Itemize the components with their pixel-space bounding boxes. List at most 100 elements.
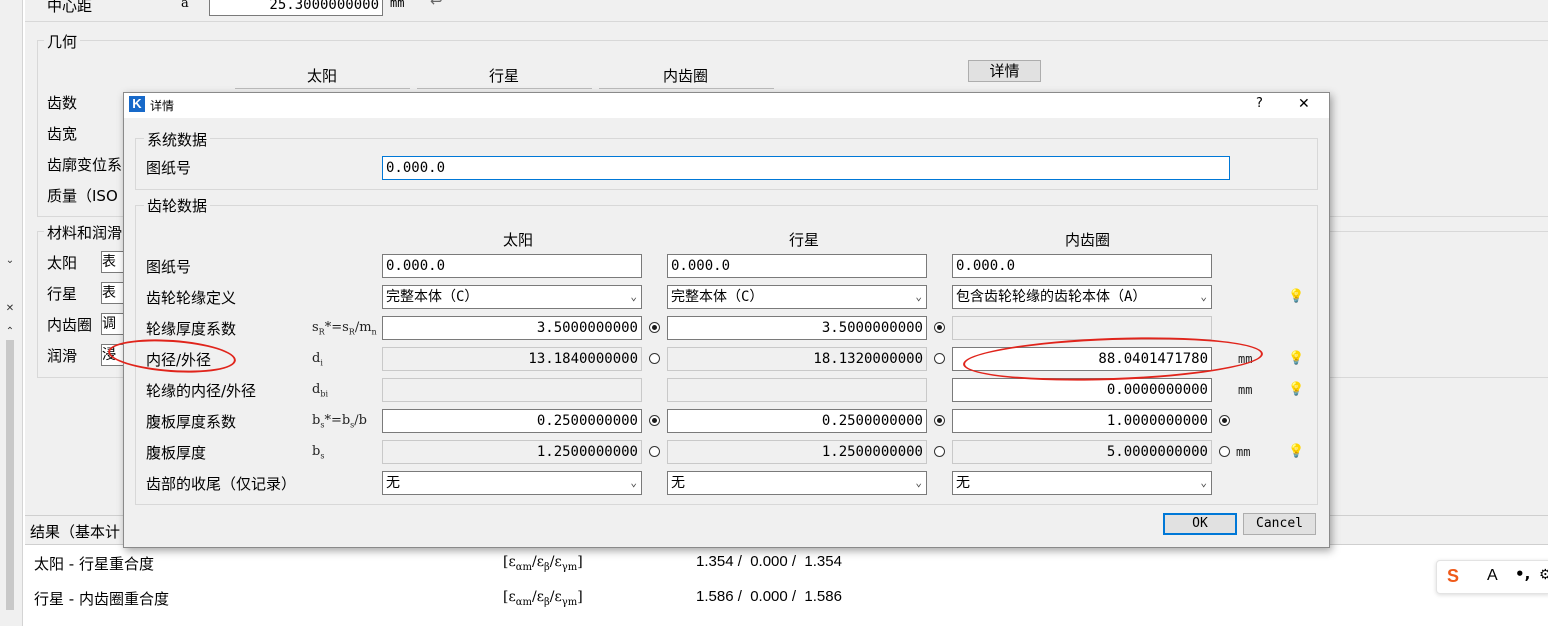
help-icon[interactable]: ? — [1256, 96, 1263, 111]
rim-diameter-unit: mm — [1238, 383, 1253, 397]
gear-data-title: 齿轮数据 — [144, 195, 211, 216]
system-drawing-label: 图纸号 — [146, 159, 192, 177]
row-label-web-thickness: 腹板厚度 — [146, 444, 207, 462]
web-factor-sun-radio[interactable] — [649, 415, 660, 426]
web-thickness-sun-radio[interactable] — [649, 446, 660, 457]
center-distance-input[interactable]: 25.3000000000 — [209, 0, 383, 16]
ime-settings-icon[interactable]: ⚙ — [1539, 567, 1548, 583]
geometry-row-quality: 质量（ISO — [47, 187, 118, 205]
details-button[interactable]: 详情 — [968, 60, 1041, 82]
chevron-up-icon[interactable]: ⌃ — [2, 325, 18, 339]
web-thickness-sun-input: 1.2500000000 — [382, 440, 642, 464]
col-header-planet: 行星 — [489, 67, 520, 85]
lightbulb-icon[interactable]: 💡 — [1288, 444, 1304, 459]
drawing-sun-input[interactable]: 0.000.0 — [382, 254, 642, 278]
diameter-sun-input: 13.1840000000 — [382, 347, 642, 371]
diameter-sun-radio[interactable] — [649, 353, 660, 364]
web-thickness-ring-radio[interactable] — [1219, 446, 1230, 457]
ime-logo-icon[interactable]: S — [1447, 566, 1459, 587]
close-icon[interactable]: ✕ — [1298, 96, 1310, 112]
material-row-label: 行星 — [47, 285, 78, 303]
web-factor-sun-input[interactable]: 0.2500000000 — [382, 409, 642, 433]
materials-group-title: 材料和润滑 — [44, 222, 126, 243]
web-thickness-symbol: bs — [312, 444, 325, 461]
lightbulb-icon[interactable]: 💡 — [1288, 289, 1304, 304]
chevron-down-icon: ⌄ — [1200, 290, 1207, 303]
web-thickness-planet-radio[interactable] — [934, 446, 945, 457]
web-factor-ring-input[interactable]: 1.0000000000 — [952, 409, 1212, 433]
diameter-symbol: di — [312, 351, 323, 368]
tooth-tail-planet-select[interactable]: 无 ⌄ — [667, 471, 927, 495]
select-value: 无 — [956, 475, 970, 491]
result-label: 行星 - 内齿圈重合度 — [34, 590, 169, 608]
geometry-row-profile-shift: 齿廓变位系 — [47, 156, 123, 174]
close-icon[interactable]: ✕ — [2, 302, 18, 316]
drawing-planet-input[interactable]: 0.000.0 — [667, 254, 927, 278]
dialog-titlebar[interactable]: K 详情 ? ✕ — [124, 93, 1329, 118]
result-value: 1.354 / 0.000 / 1.354 — [696, 553, 842, 570]
center-distance-symbol: a — [181, 0, 189, 11]
tooth-tail-ring-select[interactable]: 无 ⌄ — [952, 471, 1212, 495]
chevron-down-icon: ⌄ — [915, 290, 922, 303]
cancel-button[interactable]: Cancel — [1243, 513, 1316, 535]
ime-mode-icon[interactable]: A — [1487, 567, 1498, 585]
rim-factor-sun-input[interactable]: 3.5000000000 — [382, 316, 642, 340]
select-value: 包含齿轮轮缘的齿轮本体（A） — [956, 289, 1147, 305]
geometry-row-facewidth: 齿宽 — [47, 125, 78, 143]
ime-punctuation-icon[interactable]: •, — [1515, 565, 1530, 583]
rim-diameter-ring-input[interactable]: 0.0000000000 — [952, 378, 1212, 402]
row-label-web-factor: 腹板厚度系数 — [146, 413, 237, 431]
ok-button[interactable]: OK — [1163, 513, 1237, 535]
select-value: 完整本体（C） — [386, 289, 479, 305]
web-thickness-planet-input: 1.2500000000 — [667, 440, 927, 464]
web-factor-ring-radio[interactable] — [1219, 415, 1230, 426]
ime-toolbar[interactable]: S A •, ⚙ — [1436, 560, 1548, 594]
rim-definition-sun-select[interactable]: 完整本体（C） ⌄ — [382, 285, 642, 309]
return-icon[interactable]: ↩ — [430, 0, 443, 10]
result-label: 太阳 - 行星重合度 — [34, 555, 154, 573]
system-drawing-input[interactable]: 0.000.0 — [382, 156, 1230, 180]
left-toolbar-strip: ⌄ ✕ ⌃ — [0, 0, 23, 626]
select-value: 无 — [386, 475, 400, 491]
web-factor-planet-radio[interactable] — [934, 415, 945, 426]
geometry-group-title: 几何 — [44, 31, 81, 52]
rim-factor-sun-radio[interactable] — [649, 322, 660, 333]
row-label-rim-factor: 轮缘厚度系数 — [146, 320, 237, 338]
web-thickness-ring-input: 5.0000000000 — [952, 440, 1212, 464]
results-title: 结果（基本计 — [30, 523, 121, 541]
header-rule — [417, 88, 592, 89]
web-thickness-unit: mm — [1236, 445, 1251, 459]
center-distance-unit: mm — [390, 0, 405, 10]
scrollbar-thumb[interactable] — [6, 340, 14, 610]
lightbulb-icon[interactable]: 💡 — [1288, 351, 1304, 366]
col-header-ring: 内齿圈 — [1065, 231, 1111, 249]
row-label-rim-diameter: 轮缘的内径/外径 — [146, 382, 257, 400]
chevron-down-icon: ⌄ — [915, 476, 922, 489]
contact-ratio-symbol: [εαm/εβ/εγm] — [503, 589, 583, 608]
lightbulb-icon[interactable]: 💡 — [1288, 382, 1304, 397]
diameter-planet-radio[interactable] — [934, 353, 945, 364]
row-label-rim-definition: 齿轮轮缘定义 — [146, 289, 237, 307]
chevron-down-icon: ⌄ — [630, 290, 637, 303]
row-label-tooth-tail: 齿部的收尾（仅记录） — [146, 475, 297, 493]
chevron-down-icon: ⌄ — [1200, 476, 1207, 489]
select-value: 无 — [671, 475, 685, 491]
web-factor-symbol: bs*=bs/b — [312, 413, 367, 430]
web-factor-planet-input[interactable]: 0.2500000000 — [667, 409, 927, 433]
drawing-ring-input[interactable]: 0.000.0 — [952, 254, 1212, 278]
rim-definition-ring-select[interactable]: 包含齿轮轮缘的齿轮本体（A） ⌄ — [952, 285, 1212, 309]
col-header-sun: 太阳 — [307, 67, 338, 85]
app-logo-icon: K — [129, 96, 145, 112]
details-dialog: K 详情 ? ✕ 系统数据 图纸号 0.000.0 齿轮数据 太阳 行星 内齿圈… — [123, 92, 1330, 548]
tooth-tail-sun-select[interactable]: 无 ⌄ — [382, 471, 642, 495]
rim-factor-planet-input[interactable]: 3.5000000000 — [667, 316, 927, 340]
chevron-down-icon[interactable]: ⌄ — [2, 254, 18, 268]
divider — [25, 21, 1548, 22]
dialog-title: 详情 — [150, 99, 175, 113]
result-value: 1.586 / 0.000 / 1.586 — [696, 588, 842, 605]
col-header-planet: 行星 — [789, 231, 820, 249]
rim-definition-planet-select[interactable]: 完整本体（C） ⌄ — [667, 285, 927, 309]
col-header-ring: 内齿圈 — [663, 67, 709, 85]
system-data-title: 系统数据 — [144, 129, 211, 150]
rim-factor-planet-radio[interactable] — [934, 322, 945, 333]
